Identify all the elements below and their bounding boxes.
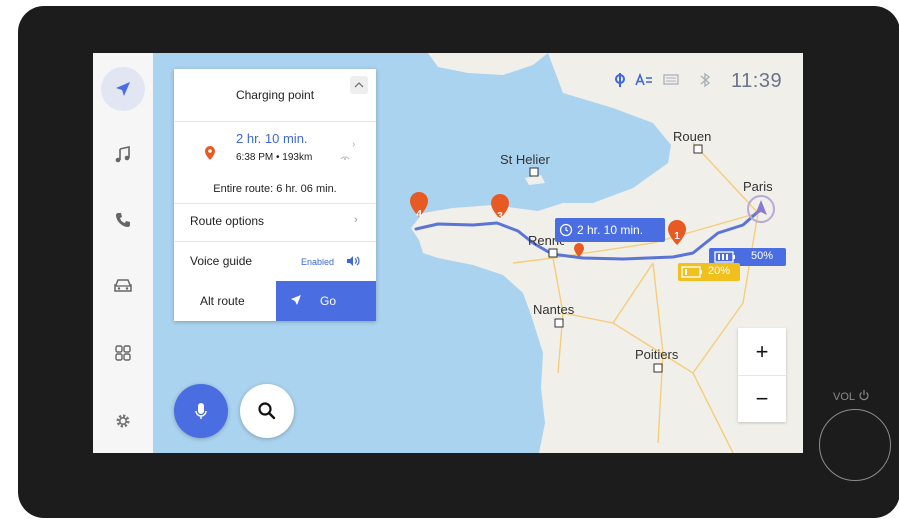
eta-row[interactable]: 2 hr. 10 min. 6:38 PM • 193km › bbox=[174, 121, 376, 177]
navigation-arrow-icon bbox=[291, 295, 301, 305]
text-size-icon bbox=[635, 73, 652, 86]
chevron-right-icon: › bbox=[352, 139, 356, 150]
entire-route-text: Entire route: 6 hr. 06 min. bbox=[213, 183, 337, 195]
battery-arrival-text: 20% bbox=[708, 265, 731, 277]
clock: 11:39 bbox=[731, 70, 783, 92]
chevron-right-icon: › bbox=[354, 214, 358, 226]
city-marker-poitiers bbox=[653, 363, 663, 373]
power-icon bbox=[859, 390, 869, 401]
city-label-poitiers: Poitiers bbox=[635, 347, 679, 362]
battery-start-text: 50% bbox=[751, 250, 774, 262]
phone-icon bbox=[116, 213, 130, 227]
music-note-icon bbox=[115, 146, 130, 163]
volume-knob[interactable] bbox=[819, 409, 891, 481]
sidebar bbox=[93, 53, 153, 453]
voice-guide-status: Enabled bbox=[301, 257, 335, 267]
car-icon bbox=[114, 279, 132, 292]
screen-icon bbox=[663, 74, 679, 85]
city-label-paris: Paris bbox=[743, 179, 773, 194]
collapse-button[interactable] bbox=[350, 76, 368, 94]
city-label-sthelier: St Helier bbox=[500, 152, 550, 167]
city-label-nantes: Nantes bbox=[533, 302, 575, 317]
eta-map-bubble[interactable]: 2 hr. 10 min. bbox=[555, 218, 665, 242]
alt-route-button[interactable]: Alt route bbox=[174, 281, 276, 321]
city-marker-rennes bbox=[548, 248, 558, 258]
go-label: Go bbox=[320, 294, 337, 308]
search-button[interactable] bbox=[240, 384, 294, 438]
navigation-arrow-icon bbox=[116, 82, 130, 96]
route-panel-header: Charging point bbox=[174, 69, 376, 122]
sidebar-item-music[interactable] bbox=[101, 133, 145, 177]
city-label-rouen: Rouen bbox=[673, 129, 712, 144]
eta-time: 2 hr. 10 min. bbox=[236, 131, 308, 146]
eta-detail: 6:38 PM • 193km bbox=[236, 152, 313, 163]
bluetooth-icon bbox=[700, 72, 711, 88]
zoom-control: + − bbox=[738, 328, 786, 422]
alt-route-label: Alt route bbox=[200, 294, 245, 308]
signal-icon bbox=[340, 156, 350, 160]
city-marker-rouen bbox=[693, 144, 703, 154]
voice-search-button[interactable] bbox=[174, 384, 228, 438]
battery-arrival-badge: 20% bbox=[678, 263, 740, 281]
sidebar-item-navigation[interactable] bbox=[101, 67, 145, 111]
microphone-icon bbox=[195, 403, 207, 419]
status-bar: 11:39 bbox=[609, 65, 799, 95]
chevron-up-icon bbox=[354, 82, 364, 88]
gear-icon bbox=[116, 414, 130, 428]
voice-guide-label: Voice guide bbox=[190, 254, 253, 268]
entire-route-row: Entire route: 6 hr. 06 min. bbox=[174, 177, 376, 204]
route-panel: Charging point 2 hr. 10 min. 6:38 PM • 1… bbox=[174, 69, 376, 321]
sidebar-item-phone[interactable] bbox=[101, 198, 145, 242]
infotainment-screen: 4 3 1 Rouen St Helier Paris Rennes Nante… bbox=[93, 53, 803, 453]
pin-label-3: 3 bbox=[497, 211, 503, 222]
apps-grid-icon bbox=[115, 345, 131, 361]
volume-label-text: VOL bbox=[833, 391, 855, 403]
route-options-label: Route options bbox=[190, 214, 265, 228]
zoom-in-button[interactable]: + bbox=[738, 328, 786, 376]
eta-map-text: 2 hr. 10 min. bbox=[577, 223, 644, 237]
clock-icon bbox=[559, 223, 573, 237]
route-panel-title: Charging point bbox=[235, 88, 315, 102]
route-options-row[interactable]: Route options › bbox=[174, 203, 376, 242]
city-marker-sthelier bbox=[529, 167, 539, 177]
speaker-icon bbox=[347, 256, 360, 266]
sidebar-item-car[interactable] bbox=[101, 264, 145, 308]
battery-low-icon bbox=[681, 266, 702, 278]
pin-label-1: 1 bbox=[674, 231, 680, 242]
phone-signal-icon bbox=[615, 73, 625, 87]
city-marker-nantes bbox=[554, 318, 564, 328]
charging-pin-icon bbox=[205, 146, 215, 160]
volume-label: VOL bbox=[833, 389, 870, 403]
go-button[interactable]: Go bbox=[276, 281, 376, 321]
sidebar-item-apps[interactable] bbox=[101, 331, 145, 375]
search-icon bbox=[258, 402, 276, 420]
pin-label-4: 4 bbox=[416, 209, 422, 220]
sidebar-item-settings[interactable] bbox=[101, 399, 145, 443]
voice-guide-row[interactable]: Voice guide Enabled bbox=[174, 241, 376, 281]
zoom-out-button[interactable]: − bbox=[738, 375, 786, 422]
